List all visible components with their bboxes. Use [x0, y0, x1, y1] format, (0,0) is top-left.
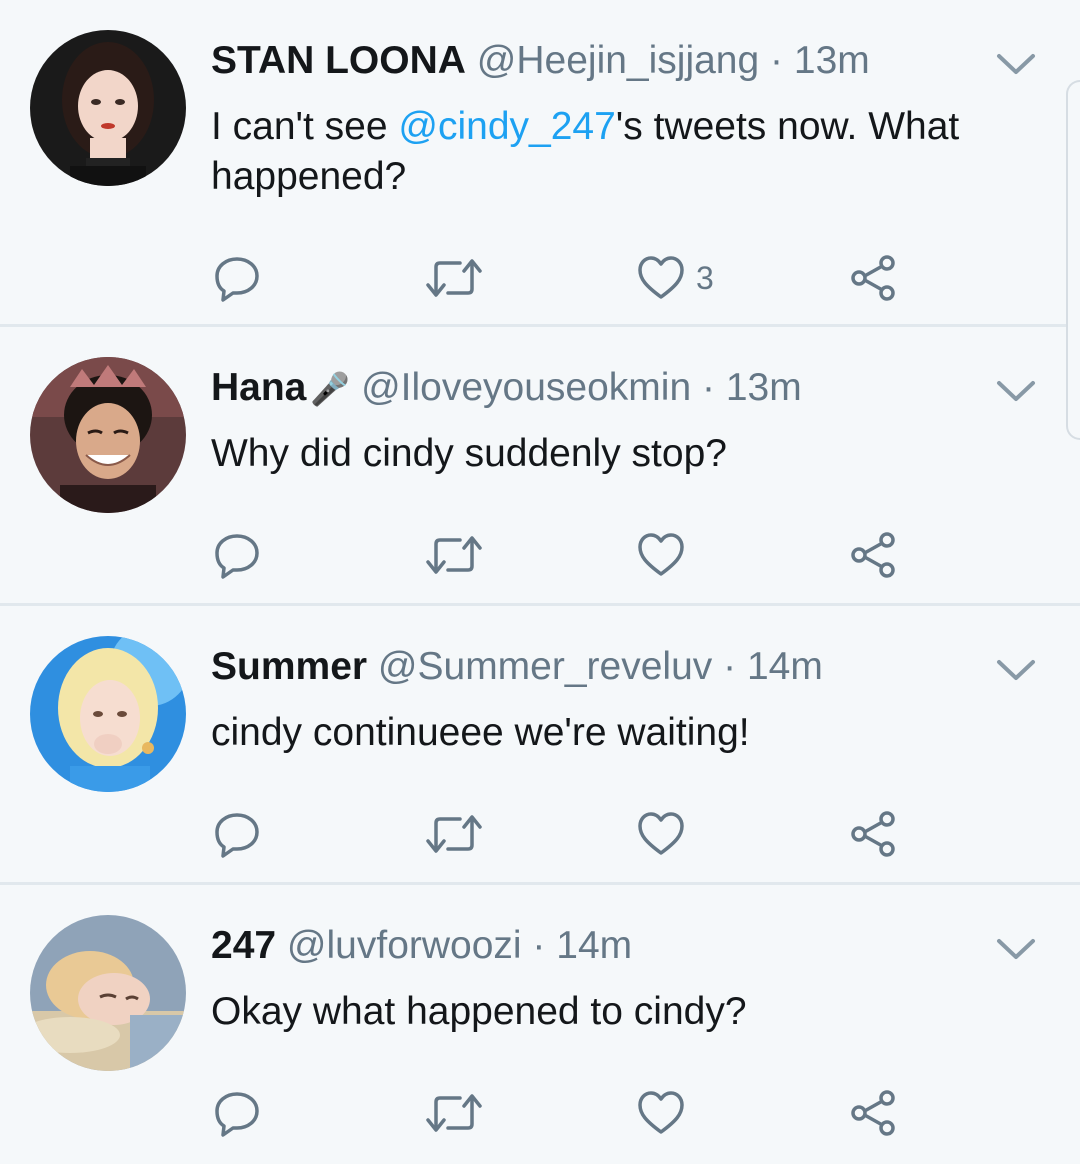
tweet-text: Okay what happened to cindy? — [211, 990, 747, 1033]
chevron-down-icon[interactable] — [994, 377, 1038, 405]
reply-icon — [215, 1092, 259, 1137]
timestamp[interactable]: 14m — [556, 924, 632, 967]
handle[interactable]: @Iloveyouseokmin — [361, 366, 691, 409]
display-name[interactable]: Hana — [211, 366, 306, 409]
like-icon — [638, 256, 684, 299]
share-icon — [851, 255, 895, 301]
share-button[interactable] — [848, 525, 898, 585]
tweet-text: Why did cindy suddenly stop? — [211, 432, 727, 475]
tweet-timeline: STAN LOONA @Heejin_isjjang · 13m I can't… — [0, 0, 1080, 1164]
avatar[interactable] — [30, 30, 186, 186]
avatar[interactable] — [30, 357, 186, 513]
microphone-icon: 🎤 — [310, 371, 351, 407]
reply-button[interactable] — [212, 248, 262, 308]
retweet-icon — [426, 1094, 482, 1132]
tweet-actions: 3 — [0, 248, 1080, 308]
like-button[interactable] — [636, 525, 686, 585]
tweet-text: I can't see @cindy_247's tweets now. Wha… — [211, 105, 960, 198]
like-button[interactable] — [636, 1083, 686, 1143]
reply-button[interactable] — [212, 804, 262, 864]
tweet[interactable]: Hana 🎤 @Iloveyouseokmin · 13m Why did cin… — [0, 327, 1080, 606]
separator: · — [691, 366, 726, 409]
handle[interactable]: @Summer_reveluv — [378, 645, 712, 688]
separator: · — [521, 924, 557, 967]
retweet-button[interactable] — [424, 248, 484, 308]
tweet-actions — [0, 525, 1080, 585]
chevron-down-icon[interactable] — [994, 656, 1038, 684]
retweet-button[interactable] — [424, 1083, 484, 1143]
retweet-icon — [426, 815, 482, 853]
reply-icon — [215, 813, 259, 858]
timestamp[interactable]: 14m — [747, 645, 823, 688]
retweet-button[interactable] — [424, 525, 484, 585]
display-name[interactable]: 247 — [211, 924, 276, 967]
tweet[interactable]: 247 @luvforwoozi · 14m Okay what happene… — [0, 885, 1080, 1164]
tweet[interactable]: Summer @Summer_reveluv · 14m cindy conti… — [0, 606, 1080, 885]
share-button[interactable] — [848, 804, 898, 864]
avatar[interactable] — [30, 915, 186, 1071]
tweet[interactable]: STAN LOONA @Heejin_isjjang · 13m I can't… — [0, 0, 1080, 327]
tweet-header: Summer @Summer_reveluv · 14m — [211, 642, 930, 692]
tweet-header: STAN LOONA @Heejin_isjjang · 13m — [211, 36, 930, 86]
like-icon — [638, 533, 684, 576]
separator: · — [712, 645, 747, 688]
handle[interactable]: @Heejin_isjjang — [477, 39, 759, 82]
handle[interactable]: @luvforwoozi — [287, 924, 522, 967]
timestamp[interactable]: 13m — [794, 39, 870, 82]
reply-button[interactable] — [212, 1083, 262, 1143]
chevron-down-icon[interactable] — [994, 935, 1038, 963]
reply-icon — [215, 534, 259, 579]
separator: · — [759, 39, 794, 82]
reply-icon — [215, 257, 259, 302]
share-icon — [851, 532, 895, 578]
like-button[interactable]: 3 — [636, 248, 714, 308]
tweet-text: cindy continueee we're waiting! — [211, 711, 750, 754]
retweet-icon — [426, 259, 482, 297]
tweet-header: Hana 🎤 @Iloveyouseokmin · 13m — [211, 363, 930, 414]
like-icon — [638, 1091, 684, 1134]
share-icon — [851, 811, 895, 857]
timestamp[interactable]: 13m — [726, 366, 802, 409]
retweet-icon — [426, 536, 482, 574]
display-name[interactable]: Summer — [211, 645, 367, 688]
scroll-indicator[interactable] — [1066, 80, 1080, 440]
like-icon — [638, 812, 684, 855]
tweet-actions — [0, 804, 1080, 864]
display-name[interactable]: STAN LOONA — [211, 39, 466, 82]
like-button[interactable] — [636, 804, 686, 864]
retweet-button[interactable] — [424, 804, 484, 864]
tweet-header: 247 @luvforwoozi · 14m — [211, 921, 930, 971]
chevron-down-icon[interactable] — [994, 50, 1038, 78]
avatar[interactable] — [30, 636, 186, 792]
reply-button[interactable] — [212, 525, 262, 585]
mention-link[interactable]: @cindy_247 — [398, 105, 615, 148]
share-button[interactable] — [848, 1083, 898, 1143]
share-button[interactable] — [848, 248, 898, 308]
tweet-actions — [0, 1083, 1080, 1143]
share-icon — [851, 1090, 895, 1136]
like-count: 3 — [696, 259, 714, 296]
